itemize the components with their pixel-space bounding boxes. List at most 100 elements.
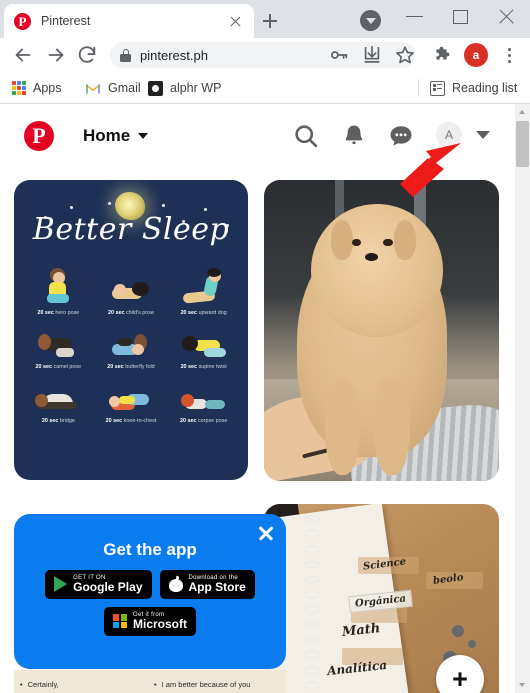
chrome-menu-icon[interactable]	[500, 44, 520, 66]
scroll-thumb[interactable]	[516, 121, 529, 167]
badge-large-text: Microsoft	[133, 617, 187, 632]
reading-list-icon	[430, 80, 445, 96]
pinterest-favicon-icon: P	[14, 12, 31, 30]
wordpress-icon	[148, 80, 163, 96]
pose-caption: 20 sec butterfly fold	[107, 364, 155, 370]
quote-right: • I am better because of you	[154, 680, 251, 689]
scroll-up-arrow[interactable]	[515, 104, 530, 119]
browser-tab-pinterest[interactable]: P Pinterest	[4, 4, 254, 38]
bookmark-apps[interactable]: Apps	[12, 78, 62, 98]
pose-caption: 20 sec supine twist	[180, 364, 227, 370]
back-button-icon[interactable]	[12, 44, 34, 66]
bookmark-alphr-wp[interactable]: alphr WP	[148, 78, 221, 98]
password-key-icon[interactable]	[328, 44, 350, 66]
pose-illustration	[167, 322, 240, 362]
window-minimize-button[interactable]	[392, 0, 438, 32]
puppy-background	[264, 180, 499, 481]
microsoft-store-badge[interactable]: Get it from Microsoft	[104, 606, 196, 636]
search-icon[interactable]	[292, 122, 320, 150]
page-viewport: P Home A Better Sleep 20 sec hero pose 2…	[0, 104, 530, 693]
forward-button-icon[interactable]	[45, 44, 67, 66]
close-tab-icon[interactable]	[227, 13, 244, 30]
new-tab-button[interactable]	[258, 9, 282, 33]
pose-illustration	[167, 376, 240, 416]
pose-caption: 20 sec corpse pose	[179, 418, 228, 424]
pose-caption: 20 sec hero pose	[37, 310, 80, 316]
pin-column-right	[264, 180, 499, 481]
pose-illustration	[95, 268, 168, 308]
reading-list-label: Reading list	[452, 81, 518, 95]
reload-button-icon[interactable]	[76, 44, 98, 66]
bookmark-apps-label: Apps	[33, 81, 62, 95]
account-avatar[interactable]: A	[436, 122, 462, 148]
pose-item: 20 sec camel pose	[22, 322, 95, 370]
pinterest-logo-icon[interactable]: P	[24, 121, 54, 151]
pin-column-left: Better Sleep 20 sec hero pose 20 sec chi…	[14, 180, 248, 480]
sleep-pin-sky: Better Sleep	[22, 190, 240, 264]
window-maximize-button[interactable]	[438, 0, 484, 32]
apps-grid-icon	[12, 81, 26, 95]
pin-quote-partial[interactable]: • Certainly, • I am better because of you	[14, 670, 286, 693]
notebook-spiral	[303, 512, 321, 693]
pin-better-sleep[interactable]: Better Sleep 20 sec hero pose 20 sec chi…	[14, 180, 248, 480]
apple-icon	[168, 576, 183, 593]
bookmark-gmail-label: Gmail	[108, 81, 141, 95]
store-badges: GET IT ON Google Play Download on the Ap…	[14, 570, 286, 636]
pose-item: 20 sec supine twist	[167, 322, 240, 370]
pose-illustration	[22, 376, 95, 416]
bookmark-alphr-label: alphr WP	[170, 81, 222, 95]
download-icon[interactable]	[361, 44, 383, 66]
chevron-down-icon	[138, 133, 149, 139]
download-bubble-icon[interactable]	[360, 10, 381, 31]
bookmark-star-icon[interactable]	[394, 44, 416, 66]
pin-puppy-photo[interactable]	[264, 180, 499, 481]
home-label: Home	[83, 126, 131, 145]
pose-caption: 20 sec upward dog	[180, 310, 227, 316]
pose-item: 20 sec upward dog	[167, 268, 240, 316]
pose-item: 20 sec child's pose	[95, 268, 168, 316]
pose-caption: 20 sec bridge	[41, 418, 75, 424]
badge-large-text: Google Play	[73, 580, 143, 595]
messages-chat-icon[interactable]	[387, 122, 415, 150]
app-banner-title: Get the app	[103, 540, 197, 559]
reading-list-button[interactable]: Reading list	[430, 78, 517, 98]
bullet-icon: •	[154, 680, 157, 689]
address-bar-url: pinterest.ph	[140, 47, 208, 63]
tab-strip: P Pinterest	[0, 0, 530, 38]
window-close-button[interactable]	[484, 0, 530, 32]
chrome-profile-avatar[interactable]: a	[464, 43, 488, 67]
pose-caption: 20 sec child's pose	[107, 310, 154, 316]
pinterest-header: P Home A	[0, 104, 515, 169]
secure-lock-icon	[120, 48, 131, 62]
google-play-badge[interactable]: GET IT ON Google Play	[45, 570, 152, 599]
home-dropdown-button[interactable]: Home	[83, 124, 149, 148]
pose-illustration	[167, 268, 240, 308]
bookmark-gmail[interactable]: Gmail	[85, 78, 141, 98]
pose-grid: 20 sec hero pose 20 sec child's pose 20 …	[22, 268, 240, 424]
pose-item: 20 sec knee-to-chest	[95, 376, 168, 424]
quote-left: • Certainly,	[20, 680, 59, 689]
google-play-icon	[54, 576, 68, 593]
tab-title: Pinterest	[41, 14, 91, 28]
pose-caption: 20 sec camel pose	[35, 364, 82, 370]
page-scrollbar[interactable]	[515, 104, 530, 693]
pose-illustration	[22, 322, 95, 362]
scroll-down-arrow[interactable]	[515, 678, 530, 693]
browser-window: P Pinterest pinterest.ph a Apps Gmail al…	[0, 0, 530, 693]
bookmarks-bar: Apps Gmail alphr WP Reading list	[0, 72, 530, 104]
extensions-puzzle-icon[interactable]	[432, 44, 454, 66]
account-chevron-down-icon[interactable]	[476, 131, 490, 139]
gmail-icon	[85, 82, 101, 94]
bookmarks-divider	[418, 79, 419, 97]
pose-illustration	[95, 322, 168, 362]
microsoft-icon	[113, 614, 127, 629]
pose-item: 20 sec hero pose	[22, 268, 95, 316]
badge-large-text: App Store	[188, 580, 246, 595]
sleep-pin-title: Better Sleep	[32, 212, 230, 247]
notifications-bell-icon[interactable]	[340, 122, 368, 150]
pose-item: 20 sec bridge	[22, 376, 95, 424]
app-store-badge[interactable]: Download on the App Store	[159, 570, 255, 599]
browser-toolbar: pinterest.ph a	[0, 38, 530, 72]
pose-caption: 20 sec knee-to-chest	[105, 418, 157, 424]
bullet-icon: •	[20, 680, 23, 689]
